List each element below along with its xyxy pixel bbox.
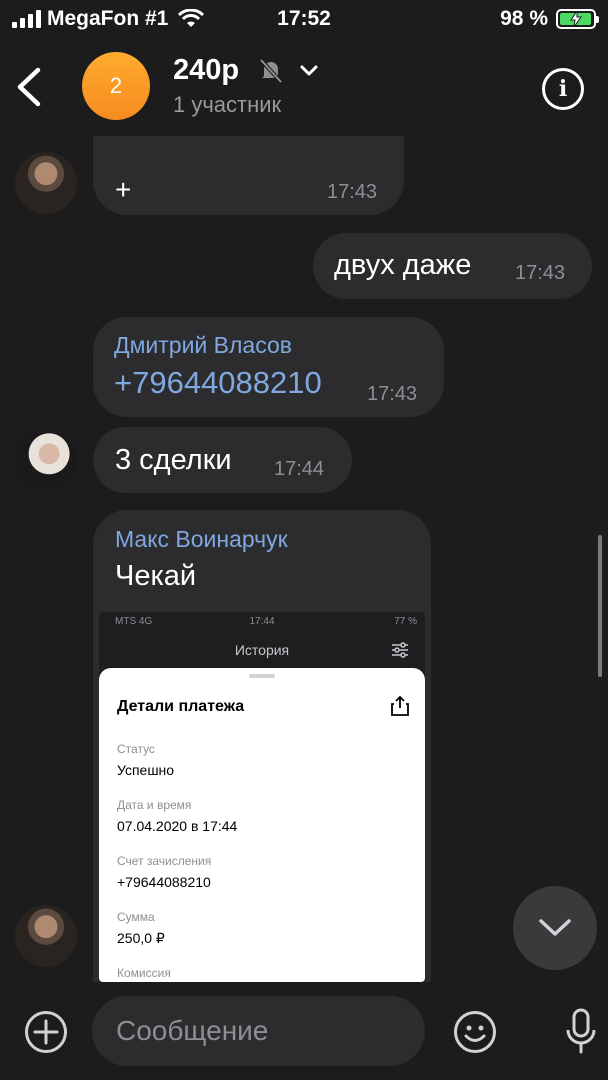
attached-screenshot[interactable]: MTS 4G 17:44 77 % История Детали платежа…	[99, 612, 425, 982]
participants-count: 1 участник	[173, 92, 282, 117]
back-button[interactable]	[14, 66, 44, 108]
sender-name[interactable]: Дмитрий Власов	[114, 332, 292, 359]
battery-percent: 98 %	[500, 7, 548, 30]
voice-record-button[interactable]	[565, 1008, 597, 1061]
field-value: +79644088210	[117, 874, 211, 890]
field-value: 07.04.2020 в 17:44	[117, 818, 238, 834]
payment-details-title: Детали платежа	[117, 698, 245, 715]
muted-bell-icon	[259, 58, 283, 83]
field-label: Комиссия	[117, 966, 171, 980]
message-text: 3 сделки	[115, 444, 232, 476]
smiley-icon	[454, 1011, 496, 1053]
filter-icon	[392, 642, 408, 658]
charging-bolt-icon	[570, 11, 582, 27]
avatar[interactable]	[15, 429, 77, 491]
share-icon	[391, 696, 409, 716]
embedded-status-bar: MTS 4G 17:44 77 %	[99, 612, 425, 632]
sender-name[interactable]: Макс Воинарчук	[115, 526, 288, 553]
avatar[interactable]	[15, 152, 77, 214]
message-time: 17:43	[367, 383, 418, 405]
payment-details-sheet: Детали платежа Статус Успешно Дата и вре…	[99, 668, 425, 982]
field-label: Дата и время	[117, 798, 192, 812]
group-avatar[interactable]: 2	[82, 52, 150, 120]
battery-icon	[556, 9, 599, 29]
field-label: Сумма	[117, 910, 155, 924]
chevron-left-icon	[17, 67, 41, 107]
microphone-icon	[566, 1008, 596, 1054]
embedded-battery: 77 %	[394, 616, 417, 627]
field-label: Счет зачисления	[117, 854, 212, 868]
chat-title: 240р	[173, 54, 240, 86]
message-text: Чекай	[115, 560, 197, 592]
field-label: Статус	[117, 742, 155, 756]
composer: Сообщение	[0, 982, 608, 1080]
message-list[interactable]: + 17:43 двух даже 17:43 Дмитрий Власов +…	[0, 136, 608, 982]
field-value: 250,0 ₽	[117, 930, 165, 946]
message-time: 17:44	[274, 458, 325, 480]
message-bubble[interactable]: Дмитрий Власов +79644088210 17:43	[93, 317, 444, 417]
info-button[interactable]: i	[542, 68, 584, 110]
chevron-down-icon	[300, 65, 318, 75]
chevron-down-icon	[539, 919, 571, 936]
emoji-button[interactable]	[453, 1010, 497, 1059]
message-input[interactable]: Сообщение	[92, 996, 425, 1066]
scroll-to-bottom-button[interactable]	[513, 886, 597, 970]
message-text: двух даже	[334, 249, 472, 281]
attach-button[interactable]	[24, 1010, 68, 1059]
message-text: +	[115, 174, 132, 205]
message-bubble[interactable]: + 17:43	[93, 136, 404, 215]
field-value: Успешно	[117, 762, 175, 778]
scrollbar[interactable]	[598, 535, 602, 677]
chat-title-row[interactable]: 240р	[173, 54, 319, 87]
chat-header: 2 240р 1 участник i	[0, 40, 608, 136]
embedded-screen-title: История	[234, 642, 290, 658]
info-icon: i	[558, 76, 568, 102]
status-bar: MegaFon #1 17:52 98 %	[0, 0, 608, 40]
embedded-time: 17:44	[249, 616, 275, 627]
message-time: 17:43	[515, 262, 566, 284]
message-bubble[interactable]: 3 сделки 17:44	[93, 427, 352, 493]
group-avatar-letter: 2	[109, 73, 123, 98]
sheet-handle	[249, 674, 275, 678]
plus-circle-icon	[25, 1011, 67, 1053]
message-time: 17:43	[327, 181, 378, 203]
avatar[interactable]	[15, 905, 77, 967]
message-bubble-outgoing[interactable]: двух даже 17:43	[313, 233, 592, 299]
phone-link[interactable]: +79644088210	[114, 365, 322, 401]
